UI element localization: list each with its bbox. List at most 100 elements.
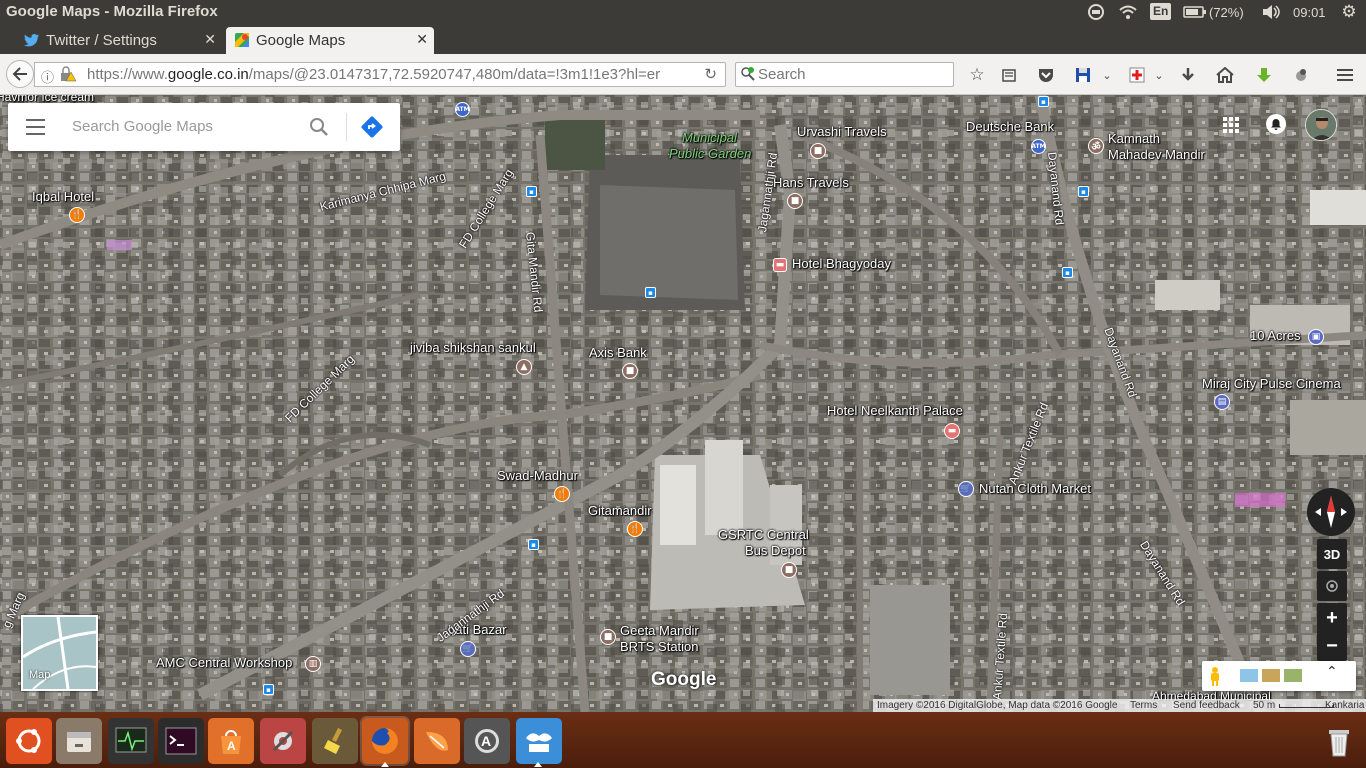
system-monitor-icon[interactable] [108,718,154,764]
place-geeta-mandir-1[interactable]: Geeta Mandir [620,623,699,638]
place-miraj-cinema[interactable]: Miraj City Pulse Cinema [1202,376,1341,391]
terms-link[interactable]: Terms [1130,700,1157,711]
place-kamnath-2[interactable]: Mahadev Mandir [1108,147,1205,162]
bus-stop-icon[interactable]: ▪ [1062,267,1073,278]
compass-icon[interactable] [1307,488,1355,536]
restaurant-icon[interactable]: 🍴 [69,207,85,223]
software-center-icon[interactable]: A [208,718,254,764]
search-input[interactable]: Search Google Maps [72,118,213,135]
clock[interactable]: 09:01 [1293,3,1326,21]
imagery-thumbnail-2[interactable] [1262,669,1280,682]
ubuntu-icon[interactable] [6,718,52,764]
settings-icon[interactable]: ⚙ [1339,2,1359,21]
scale-label[interactable]: 50 m [1253,700,1275,711]
tab-google-maps[interactable]: Google Maps ✕ [226,27,434,54]
place-geeta-mandir-2[interactable]: BRTS Station [620,639,699,654]
dropdown-icon[interactable]: ⌄ [1096,64,1118,86]
satellite-map[interactable]: Search Google Maps Havmor Ice cream Iqba… [0,95,1366,712]
reading-list-icon[interactable] [998,64,1020,86]
atm-icon[interactable]: ATM [455,102,470,117]
menu-icon[interactable] [26,119,45,135]
tab-twitter[interactable]: Twitter / Settings ✕ [22,27,222,54]
place-hotel-bhagyoday[interactable]: Hotel Bhagyoday [792,256,891,271]
landmark-icon[interactable]: ▥ [305,656,321,672]
zoom-out-button[interactable]: − [1317,631,1347,661]
lock-warning-icon[interactable] [59,66,77,86]
save-page-icon[interactable] [1072,64,1094,86]
place-gsrtc-1[interactable]: GSRTC Central [718,527,809,542]
battery-icon[interactable] [1182,3,1208,21]
web-search-field[interactable]: Search [735,62,954,87]
bus-stop-icon[interactable]: ▪ [263,684,274,695]
pocket-icon[interactable] [1035,64,1057,86]
school-icon[interactable]: ▲ [516,359,532,375]
dropdown-icon[interactable]: ⌄ [1148,64,1170,86]
orange-app-icon[interactable] [414,718,460,764]
place-gsrtc-2[interactable]: Bus Depot [745,543,806,558]
close-icon[interactable]: ✕ [416,31,428,48]
bus-stop-icon[interactable]: ▪ [528,539,539,550]
terminal-icon[interactable] [158,718,204,764]
notifications-icon[interactable] [1266,114,1286,134]
hotel-icon[interactable]: ▬ [944,423,960,439]
my-location-button[interactable] [1317,571,1347,601]
bus-stop-icon[interactable]: ▪ [645,287,656,298]
imagery-thumbnail-1[interactable] [1240,669,1258,682]
place-iqbal-hotel[interactable]: Iqbal Hotel [32,189,94,204]
wifi-icon[interactable] [1117,3,1139,21]
place-municipal-garden-2[interactable]: Public Garden [669,146,751,161]
downloads-icon[interactable] [1177,64,1199,86]
close-icon[interactable]: ✕ [204,31,216,48]
apps-grid-icon[interactable] [1223,117,1239,137]
cinema-icon[interactable]: ▤ [1214,394,1230,410]
place-urvashi-travels[interactable]: Urvashi Travels [797,124,887,139]
place-jiviba[interactable]: jiviba shikshan sankul [410,340,536,355]
place-amc-workshop[interactable]: AMC Central Workshop [156,655,292,670]
restaurant-icon[interactable]: 🍴 [627,521,643,537]
place-swad-madhur[interactable]: Swad-Madhur [497,468,578,483]
url-bar[interactable]: ⓘ https://www.google.co.in/maps/@23.0147… [34,62,726,87]
place-nutan-cloth[interactable]: Nutan Cloth Market [979,481,1091,496]
shopping-cart-icon[interactable]: 🛒 [958,481,974,497]
poi-icon[interactable]: ■ [622,363,638,379]
imagery-thumbnail-3[interactable] [1284,669,1302,682]
map-view-toggle[interactable]: Map [21,615,98,691]
place-gitamandir[interactable]: Gitamandir [588,503,652,518]
pegman-icon[interactable] [1208,666,1222,690]
keyboard-layout[interactable]: En [1150,3,1172,20]
place-axis-bank[interactable]: Axis Bank [589,345,647,360]
firefox-icon[interactable] [362,718,408,764]
place-hans-travels[interactable]: Hans Travels [773,175,849,190]
shopping-cart-icon[interactable]: 🛒 [460,641,476,657]
send-feedback-link[interactable]: Send feedback [1173,700,1240,711]
poi-icon[interactable]: ■ [781,562,797,578]
settings-tools-icon[interactable] [260,718,306,764]
search-icon[interactable] [308,116,330,142]
updater-icon[interactable]: A [464,718,510,764]
place-havmor[interactable]: Havmor Ice cream [0,95,94,104]
place-hotel-neelkanth[interactable]: Hotel Neelkanth Palace [827,403,963,418]
volume-icon[interactable] [1260,3,1282,21]
back-button[interactable] [6,60,34,88]
avatar[interactable] [1305,109,1337,141]
reload-icon[interactable]: ↻ [704,65,717,83]
3d-toggle-button[interactable]: 3D [1317,539,1347,569]
hamburger-menu-icon[interactable] [1334,64,1356,86]
directions-icon[interactable] [361,116,383,142]
addon-red-cross-icon[interactable] [1126,64,1148,86]
temple-icon[interactable]: ॐ [1088,138,1104,154]
poi-icon[interactable]: ■ [810,143,826,159]
place-kamnath-1[interactable]: Kamnath [1108,131,1160,146]
files-icon[interactable] [56,718,102,764]
place-deutsche-bank[interactable]: Deutsche Bank [966,119,1054,134]
atm-icon[interactable]: ATM [1031,139,1046,154]
place-kankaria[interactable]: Kankaria [1325,700,1364,711]
place-10-acres[interactable]: 10 Acres [1250,328,1301,343]
download-helper-icon[interactable] [1253,64,1275,86]
network-icon[interactable] [1086,3,1106,21]
bus-stop-icon[interactable]: ▪ [526,186,537,197]
info-icon[interactable]: ⓘ [41,67,54,86]
trash-icon[interactable] [1316,718,1362,764]
home-icon[interactable] [1214,64,1236,86]
cleaner-icon[interactable] [312,718,358,764]
